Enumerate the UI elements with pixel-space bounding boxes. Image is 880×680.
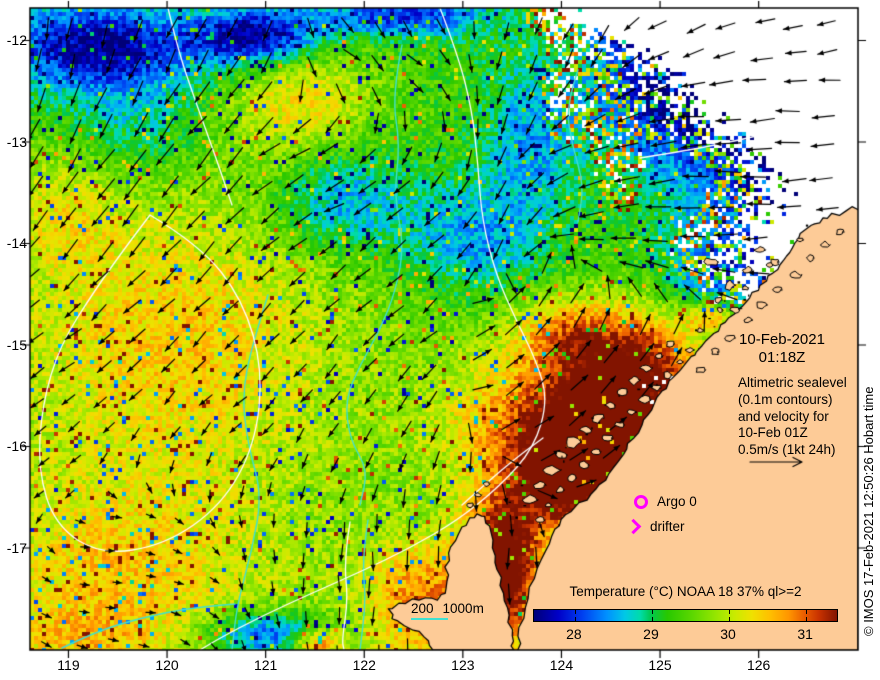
info-line: Altimetric sealevel (738, 375, 847, 390)
bathymetry-legend: 200 1000m (411, 601, 493, 616)
colorbar-tick-mark (574, 617, 576, 621)
colorbar-tick-label: 28 (566, 626, 582, 642)
timestamp-date: 10-Feb-2021 (739, 331, 825, 348)
lon-tick-label: 120 (155, 657, 179, 673)
colorbar-tick-mark (806, 610, 808, 614)
lon-tick-label: 119 (57, 657, 80, 673)
bathy-200-label: 200 (411, 601, 434, 616)
argo-float-marker-icon (634, 495, 648, 509)
colorbar-tick-mark (729, 617, 731, 621)
colorbar-tick-mark (651, 617, 653, 621)
lon-tick-label: 126 (746, 657, 771, 673)
lat-tick-label: -12 (6, 32, 27, 49)
info-line: 10-Feb 01Z (738, 425, 808, 441)
info-line: (0.1m contours) (738, 391, 833, 407)
lat-tick-label: -13 (6, 133, 27, 150)
colorbar-tick-mark (574, 610, 576, 614)
argo-float-label: Argo 0 (657, 494, 697, 509)
colorbar-tick-mark (806, 617, 808, 621)
bathy-1000-label: 1000m (442, 601, 484, 616)
lon-tick-label: 124 (549, 657, 574, 673)
info-line: and velocity for (738, 408, 829, 424)
temperature-colorbar (533, 609, 838, 622)
lat-tick-label: -17 (6, 539, 27, 556)
lat-tick-label: -14 (6, 235, 27, 252)
lon-tick-label: 122 (352, 657, 376, 673)
lat-tick-label: -16 (6, 438, 27, 455)
lon-tick-label: 123 (451, 657, 475, 673)
sst-map-figure: 10-Feb-2021 01:18Z Altimetric sealevel (… (0, 0, 880, 680)
colorbar-tick-label: 31 (797, 626, 813, 642)
drifter-label: drifter (650, 519, 685, 534)
colorbar-tick-mark (651, 610, 653, 614)
info-line: 0.5m/s (1kt 24h) (738, 442, 836, 458)
colorbar-title: Temperature (°C) NOAA 18 37% ql>=2 (569, 584, 802, 599)
bathymetry-contour-sample-line (411, 618, 448, 620)
altimetry-info-block: Altimetric sealevel (0.1m contours) and … (738, 375, 847, 459)
lat-tick-label: -15 (6, 336, 27, 353)
colorbar-tick-label: 30 (720, 626, 736, 642)
timestamp-block: 10-Feb-2021 01:18Z (703, 331, 861, 367)
lon-tick-label: 121 (253, 657, 278, 673)
colorbar-tick-label: 29 (643, 626, 659, 642)
timestamp-time: 01:18Z (758, 349, 806, 366)
credit-text: © IMOS 17-Feb-2021 12:50:26 Hobart time (861, 386, 876, 636)
colorbar-tick-mark (729, 610, 731, 614)
lon-tick-label: 125 (648, 657, 672, 673)
